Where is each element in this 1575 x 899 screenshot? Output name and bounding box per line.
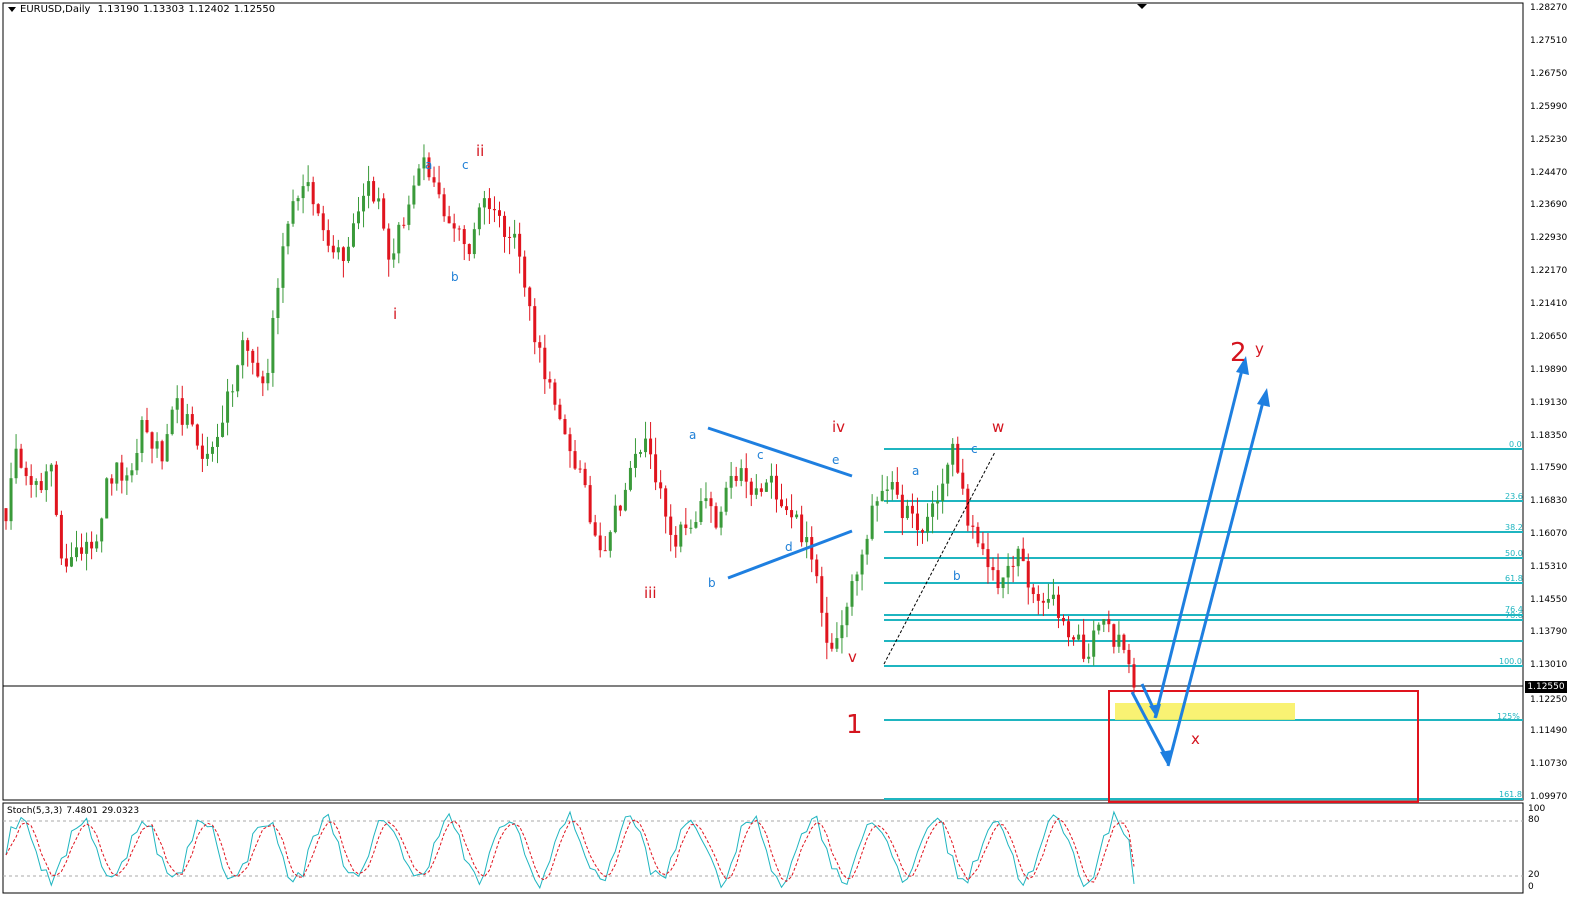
price-tick: 1.25990: [1530, 102, 1568, 112]
price-tick: 1.20650: [1530, 332, 1568, 342]
price-tick: 1.11490: [1530, 726, 1568, 736]
chart-canvas: [2, 2, 1524, 894]
price-tick: 1.19130: [1530, 398, 1568, 408]
stoch-tick: 100: [1528, 804, 1546, 814]
fib-label: 0.0: [1509, 440, 1522, 449]
wave-label-ii: ii: [476, 142, 485, 160]
current-price-badge: 1.12550: [1525, 681, 1567, 693]
price-tick: 1.22170: [1530, 266, 1568, 276]
dropdown-triangle-icon[interactable]: [8, 6, 16, 12]
wave-label-x: x: [1191, 730, 1200, 748]
symbol-label: EURUSD,Daily: [20, 4, 91, 15]
wave-label-b: b: [451, 270, 459, 284]
open-value: 1.13190: [97, 4, 139, 15]
candle: [170, 406, 174, 436]
price-tick: 1.09970: [1530, 792, 1568, 802]
stoch-tick: 0: [1528, 882, 1534, 892]
fib-label: 78.6: [1505, 611, 1523, 620]
wave-label-a: a: [912, 464, 920, 478]
main-pane-frame: [2, 2, 1524, 801]
price-tick: 1.18350: [1530, 431, 1568, 441]
wave-label-2: 2: [1230, 338, 1247, 368]
price-tick: 1.16830: [1530, 496, 1568, 506]
fib-label: 100.0: [1499, 657, 1522, 666]
price-tick: 1.13790: [1530, 627, 1568, 637]
wave-label-b: b: [708, 576, 716, 590]
wave-label-e: e: [832, 453, 840, 467]
price-tick: 1.15310: [1530, 562, 1568, 572]
wave-label-a: a: [425, 158, 433, 172]
wave-label-y: y: [1255, 340, 1264, 358]
candle: [966, 484, 970, 532]
close-value: 1.12550: [233, 4, 276, 15]
chart-info: EURUSD,Daily 1.13190 1.13303 1.12402 1.1255…: [8, 4, 279, 15]
price-tick: 1.14550: [1530, 595, 1568, 605]
fib-label: 61.8: [1505, 574, 1523, 583]
price-tick: 1.22930: [1530, 233, 1568, 243]
price-tick: 1.16070: [1530, 529, 1568, 539]
price-tick: 1.10730: [1530, 759, 1568, 769]
wave-label-iv: iv: [832, 418, 846, 436]
low-value: 1.12402: [188, 4, 230, 15]
wave-label-b: b: [953, 569, 961, 583]
wave-label-w: w: [992, 418, 1005, 436]
candle: [382, 193, 386, 231]
fib-label: 50.0: [1505, 549, 1523, 558]
price-tick: 1.17590: [1530, 463, 1568, 473]
candle: [714, 502, 718, 530]
wave-label-i: i: [393, 305, 398, 323]
price-tick: 1.21410: [1530, 299, 1568, 309]
stoch-info: Stoch(5,3,3) 7.4801 29.0323: [7, 806, 143, 816]
wave-label-c: c: [971, 442, 978, 456]
stoch-pane-frame: [2, 802, 1524, 894]
wave-label-a: a: [689, 428, 697, 442]
price-tick: 1.12250: [1530, 695, 1568, 705]
fib-label: 125%: [1497, 712, 1520, 721]
fib-label: 161.8: [1499, 790, 1522, 799]
wave-label-iii: iii: [644, 584, 657, 602]
high-value: 1.13303: [142, 4, 185, 15]
candle: [54, 461, 58, 517]
price-tick: 1.23690: [1530, 200, 1568, 210]
candle: [105, 477, 109, 519]
fib-label: 38.2: [1505, 523, 1523, 532]
stoch-name: Stoch(5,3,3): [7, 806, 63, 816]
price-tick: 1.25230: [1530, 135, 1568, 145]
price-tick: 1.26750: [1530, 69, 1568, 79]
price-tick: 1.28270: [1530, 3, 1568, 13]
stoch-main-value: 7.4801: [66, 806, 98, 816]
wave-label-v: v: [848, 648, 857, 666]
wave-label-c: c: [757, 448, 764, 462]
wave-label-d: d: [785, 540, 793, 554]
candle: [59, 510, 63, 565]
price-tick: 1.27510: [1530, 36, 1568, 46]
wave-label-1: 1: [846, 710, 863, 740]
wave-label-c: c: [462, 158, 469, 172]
stoch-tick: 80: [1528, 815, 1540, 825]
price-tick: 1.13010: [1530, 660, 1568, 670]
stoch-tick: 20: [1528, 870, 1540, 880]
price-tick: 1.19890: [1530, 365, 1568, 375]
price-tick: 1.24470: [1530, 168, 1568, 178]
fib-label: 23.6: [1505, 492, 1523, 501]
stoch-signal-value: 29.0323: [101, 806, 140, 816]
